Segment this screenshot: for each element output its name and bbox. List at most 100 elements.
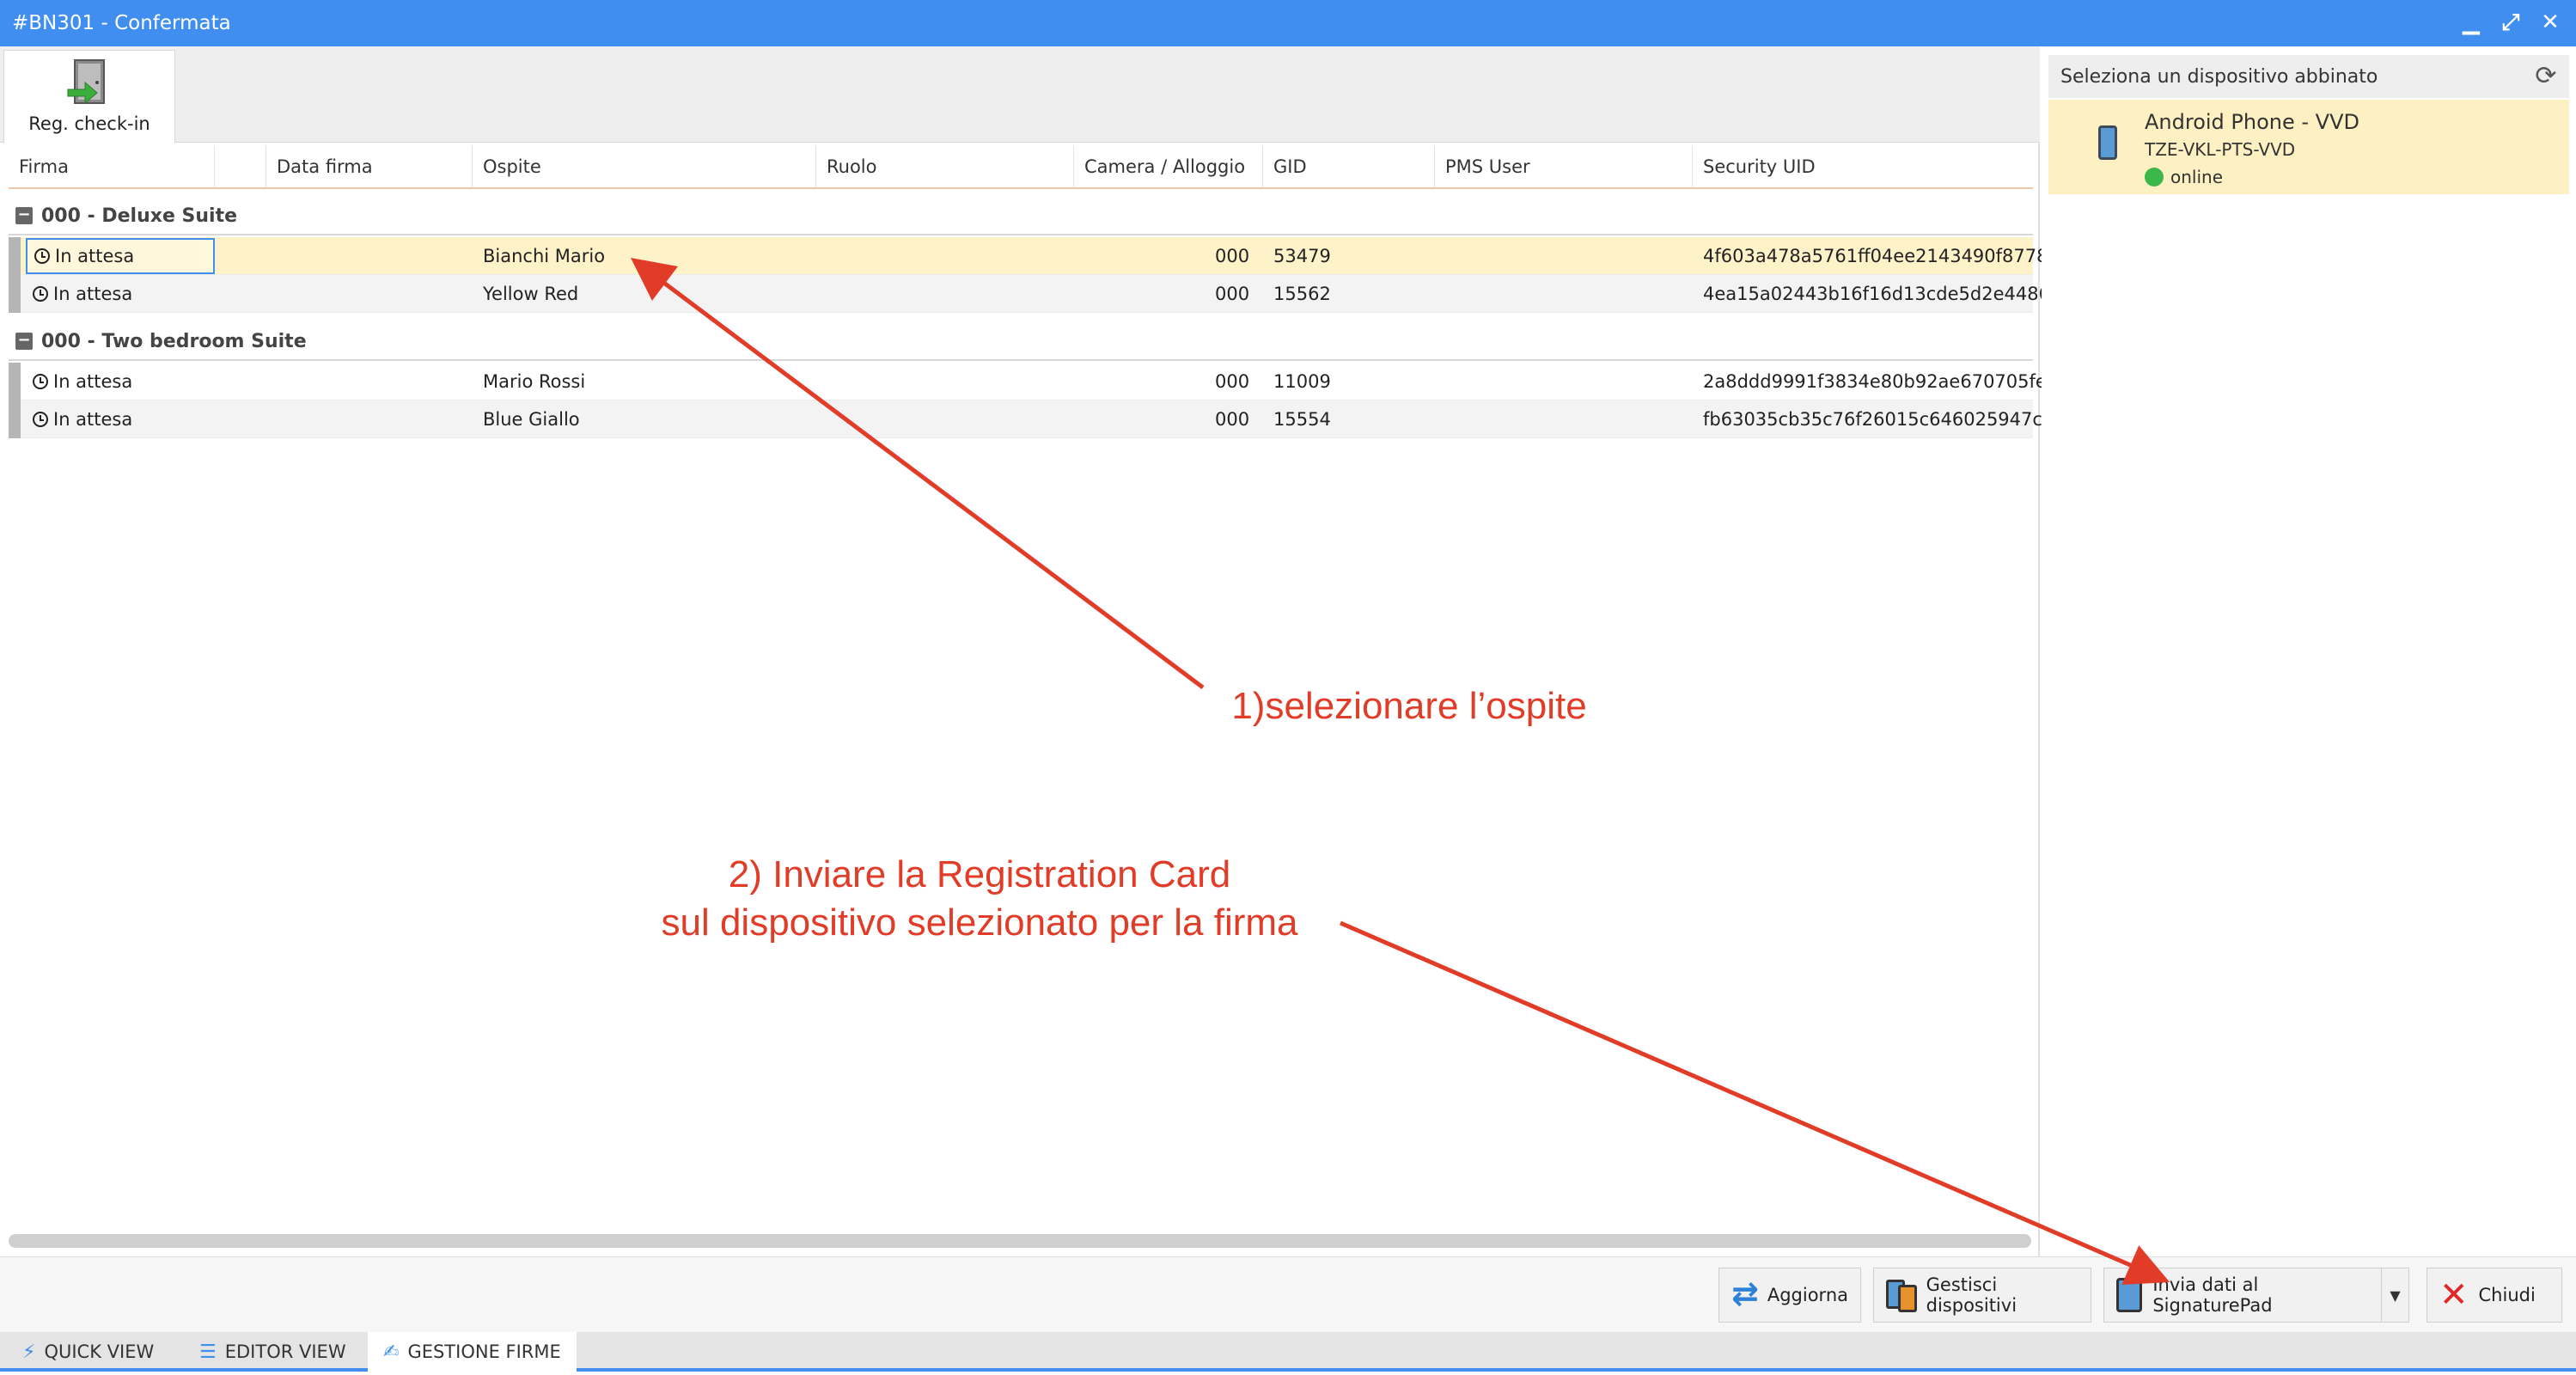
table-row[interactable]: In attesa Yellow Red 000 15562 4ea15a024… bbox=[9, 275, 2061, 313]
window-title: #BN301 - Confermata bbox=[12, 12, 231, 34]
device-panel: Seleziona un dispositivo abbinato ⟳ Andr… bbox=[2042, 46, 2576, 1256]
group-title: 000 - Two bedroom Suite bbox=[41, 330, 307, 352]
tab-editor-view[interactable]: ☰ EDITOR VIEW bbox=[184, 1332, 362, 1372]
close-icon[interactable]: ✕ bbox=[2536, 9, 2564, 36]
device-status-text: online bbox=[2170, 167, 2224, 187]
status-cell[interactable]: In attesa bbox=[26, 363, 215, 400]
guest-cell: Blue Giallo bbox=[483, 409, 580, 430]
col-data-firma[interactable]: Data firma bbox=[266, 146, 473, 187]
tab-gestione-firme[interactable]: ✍ GESTIONE FIRME bbox=[368, 1332, 577, 1372]
refresh-icon[interactable]: ⟳ bbox=[2533, 64, 2559, 89]
title-bar: #BN301 - Confermata ▁ ⤢ ✕ bbox=[0, 0, 2576, 46]
sync-icon bbox=[1731, 1274, 1759, 1312]
app-window: #BN301 - Confermata ▁ ⤢ ✕ Reg. check-in … bbox=[0, 0, 2576, 1375]
gid-cell: 15554 bbox=[1273, 409, 1331, 430]
row-handle[interactable] bbox=[9, 400, 21, 438]
col-ospite[interactable]: Ospite bbox=[473, 146, 816, 187]
toolbar: Reg. check-in bbox=[0, 46, 2040, 143]
minimize-icon[interactable]: ▁ bbox=[2457, 9, 2485, 36]
view-tabs: ⚡ QUICK VIEW ☰ EDITOR VIEW ✍ GESTIONE FI… bbox=[0, 1332, 2576, 1372]
action-bar: Aggiorna Gestisci dispositivi Invia dati… bbox=[0, 1256, 2576, 1332]
room-cell: 000 bbox=[1215, 246, 1250, 266]
col-gid[interactable]: GID bbox=[1263, 146, 1435, 187]
checkin-label: Reg. check-in bbox=[28, 113, 150, 134]
clock-icon bbox=[33, 286, 48, 302]
uid-cell: fb63035cb35c76f26015c646025947ca bbox=[1703, 409, 2054, 430]
online-status-icon bbox=[2145, 168, 2164, 186]
col-camera[interactable]: Camera / Alloggio bbox=[1074, 146, 1263, 187]
close-button[interactable]: ✕ Chiudi bbox=[2426, 1268, 2562, 1323]
status-cell[interactable]: In attesa bbox=[26, 400, 215, 438]
group-row[interactable]: − 000 - Two bedroom Suite bbox=[9, 323, 2033, 361]
phone-icon bbox=[2098, 125, 2117, 160]
col-firma[interactable]: Firma bbox=[9, 146, 215, 187]
grid-header: Firma Data firma Ospite Ruolo Camera / A… bbox=[9, 146, 2033, 189]
device-code: TZE-VKL-PTS-VVD bbox=[2145, 139, 2296, 160]
clock-icon bbox=[33, 374, 48, 389]
send-signaturepad-label: Invia dati al SignaturePad bbox=[2152, 1274, 2273, 1316]
table-row[interactable]: In attesa Mario Rossi 000 11009 2a8ddd99… bbox=[9, 363, 2058, 400]
guest-cell: Yellow Red bbox=[483, 284, 579, 304]
tab-label: GESTIONE FIRME bbox=[407, 1341, 561, 1362]
row-handle[interactable] bbox=[9, 275, 21, 313]
row-handle[interactable] bbox=[9, 237, 21, 275]
device-name: Android Phone - VVD bbox=[2145, 110, 2359, 134]
close-x-icon: ✕ bbox=[2439, 1275, 2469, 1315]
status-text: In attesa bbox=[55, 246, 135, 266]
row-handle[interactable] bbox=[9, 363, 21, 400]
col-pms-user[interactable]: PMS User bbox=[1435, 146, 1693, 187]
col-security-uid[interactable]: Security UID bbox=[1693, 146, 2033, 187]
manage-devices-label: Gestisci dispositivi bbox=[1926, 1274, 2017, 1316]
maximize-icon[interactable]: ⤢ bbox=[2497, 9, 2524, 36]
device-item[interactable]: Android Phone - VVD TZE-VKL-PTS-VVD onli… bbox=[2048, 100, 2569, 194]
status-text: In attesa bbox=[53, 371, 133, 392]
group-row[interactable]: − 000 - Deluxe Suite bbox=[9, 198, 2033, 235]
uid-cell: 4ea15a02443b16f16d13cde5d2e44864 bbox=[1703, 284, 2062, 304]
manage-devices-button[interactable]: Gestisci dispositivi bbox=[1873, 1268, 2091, 1323]
uid-cell: 2a8ddd9991f3834e80b92ae670705fed bbox=[1703, 371, 2059, 392]
collapse-icon[interactable]: − bbox=[15, 333, 33, 350]
refresh-button-label: Aggiorna bbox=[1767, 1285, 1848, 1305]
room-cell: 000 bbox=[1215, 284, 1250, 304]
list-icon: ☰ bbox=[199, 1341, 217, 1363]
send-signaturepad-button[interactable]: Invia dati al SignaturePad bbox=[2103, 1268, 2382, 1323]
tab-label: QUICK VIEW bbox=[44, 1341, 155, 1362]
annotation-step2-line2: sul dispositivo selezionato per la firma bbox=[661, 901, 1298, 944]
status-cell[interactable]: In attesa bbox=[26, 275, 215, 313]
clock-icon bbox=[33, 412, 48, 427]
gid-cell: 11009 bbox=[1273, 371, 1331, 392]
close-button-label: Chiudi bbox=[2478, 1285, 2536, 1305]
status-cell[interactable]: In attesa bbox=[26, 238, 215, 274]
horizontal-scrollbar[interactable] bbox=[9, 1234, 2031, 1248]
lightning-icon: ⚡ bbox=[22, 1341, 36, 1363]
gid-cell: 15562 bbox=[1273, 284, 1331, 304]
refresh-button[interactable]: Aggiorna bbox=[1718, 1268, 1861, 1323]
caret-down-icon: ▼ bbox=[2390, 1286, 2401, 1304]
group-title: 000 - Deluxe Suite bbox=[41, 205, 238, 227]
gid-cell: 53479 bbox=[1273, 246, 1331, 266]
table-row[interactable]: In attesa Bianchi Mario 000 53479 4f603a… bbox=[9, 237, 2048, 275]
device-panel-title: Seleziona un dispositivo abbinato bbox=[2060, 65, 2378, 88]
send-options-dropdown[interactable]: ▼ bbox=[2382, 1268, 2409, 1323]
annotation-step1: 1)selezionare l’ospite bbox=[1231, 685, 1587, 727]
checkin-button[interactable]: Reg. check-in bbox=[3, 50, 175, 143]
col-ruolo[interactable]: Ruolo bbox=[816, 146, 1074, 187]
collapse-icon[interactable]: − bbox=[15, 207, 33, 224]
table-row[interactable]: In attesa Blue Giallo 000 15554 fb63035c… bbox=[9, 400, 2054, 438]
tab-label: EDITOR VIEW bbox=[224, 1341, 346, 1362]
device-status: online bbox=[2145, 167, 2223, 187]
signature-icon: ✍ bbox=[383, 1341, 400, 1363]
room-cell: 000 bbox=[1215, 371, 1250, 392]
uid-cell: 4f603a478a5761ff04ee2143490f8778 bbox=[1703, 246, 2048, 266]
status-text: In attesa bbox=[53, 284, 133, 304]
signatures-panel: Reg. check-in Firma Data firma Ospite Ru… bbox=[0, 46, 2061, 1256]
guest-cell: Mario Rossi bbox=[483, 371, 586, 392]
col-blank[interactable] bbox=[215, 146, 266, 187]
door-enter-icon bbox=[67, 59, 105, 105]
devices-icon bbox=[1886, 1278, 1917, 1312]
device-panel-header: Seleziona un dispositivo abbinato ⟳ bbox=[2048, 55, 2569, 98]
status-text: In attesa bbox=[53, 409, 133, 430]
tab-quick-view[interactable]: ⚡ QUICK VIEW bbox=[7, 1332, 169, 1372]
clock-icon bbox=[34, 248, 50, 264]
guest-cell: Bianchi Mario bbox=[483, 246, 606, 266]
